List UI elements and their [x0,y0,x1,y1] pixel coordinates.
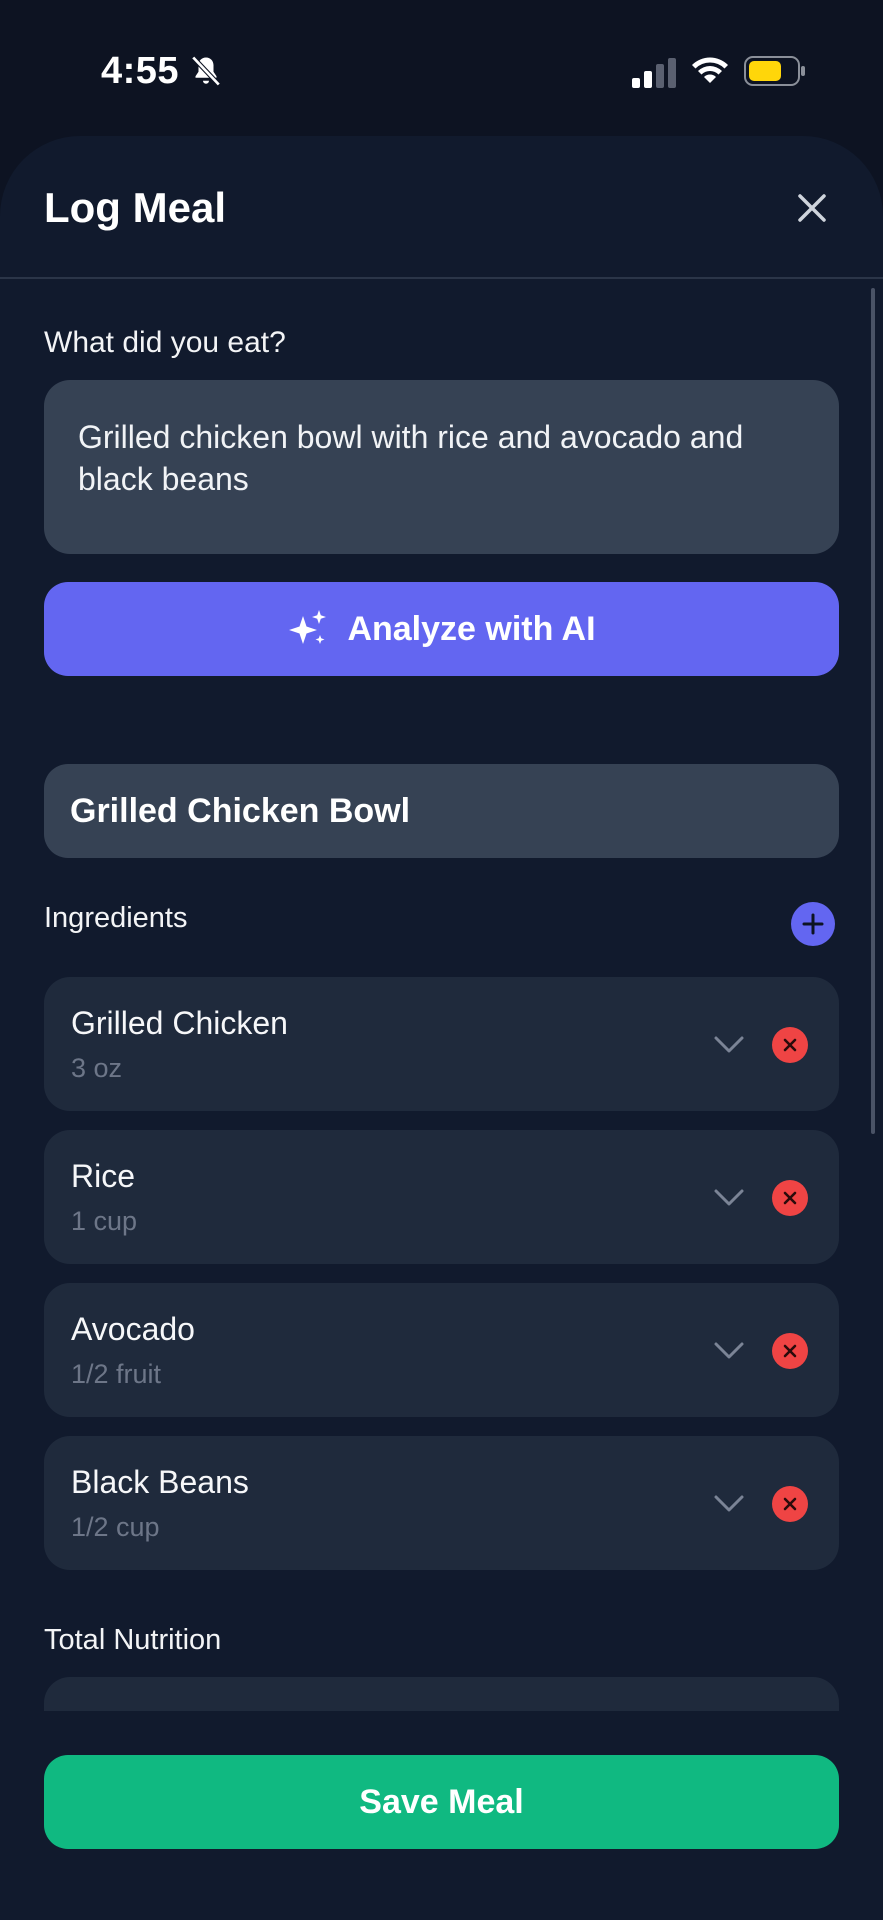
meal-question-label: What did you eat? [44,326,286,359]
close-icon [783,1038,797,1052]
sparkles-icon [289,610,327,644]
ingredient-card[interactable]: Avocado 1/2 fruit [44,1283,839,1417]
close-icon [783,1344,797,1358]
remove-ingredient-button[interactable] [772,1333,808,1369]
battery-icon [744,56,805,86]
total-nutrition-label: Total Nutrition [44,1624,222,1656]
meal-description-input[interactable]: Grilled chicken bowl with rice and avoca… [44,380,839,554]
ingredient-name: Grilled Chicken [71,1005,288,1041]
scrollbar[interactable] [871,288,875,1134]
close-icon [783,1191,797,1205]
ingredient-quantity: 1/2 cup [71,1512,160,1542]
ingredient-name: Black Beans [71,1464,249,1500]
close-icon [783,1497,797,1511]
chevron-down-icon[interactable] [712,1029,746,1059]
analyze-button-label: Analyze with AI [347,609,596,648]
wifi-icon [692,57,728,83]
ingredient-card[interactable]: Grilled Chicken 3 oz [44,977,839,1111]
ingredient-name: Rice [71,1158,136,1194]
bell-slash-icon [191,55,221,87]
status-bar: 4:55 [0,0,883,140]
plus-icon [802,913,824,935]
ingredient-quantity: 1/2 fruit [71,1359,162,1389]
add-ingredient-button[interactable] [791,902,835,946]
remove-ingredient-button[interactable] [772,1027,808,1063]
ingredient-name: Avocado [71,1311,195,1347]
status-time: 4:55 [101,50,180,92]
log-meal-sheet: Log Meal What did you eat? Grilled chick… [0,136,883,1920]
close-icon[interactable] [790,186,834,230]
ingredient-card[interactable]: Black Beans 1/2 cup [44,1436,839,1570]
remove-ingredient-button[interactable] [772,1486,808,1522]
header-divider [0,277,883,279]
remove-ingredient-button[interactable] [772,1180,808,1216]
ingredients-label: Ingredients [44,902,188,934]
analyze-with-ai-button[interactable]: Analyze with AI [44,582,839,676]
ingredient-card[interactable]: Rice 1 cup [44,1130,839,1264]
chevron-down-icon[interactable] [712,1335,746,1365]
chevron-down-icon[interactable] [712,1182,746,1212]
ingredient-quantity: 1 cup [71,1206,138,1236]
cellular-signal-icon [632,58,676,88]
save-meal-button[interactable]: Save Meal [44,1755,839,1849]
chevron-down-icon[interactable] [712,1488,746,1518]
nutrition-summary-card [44,1677,839,1711]
sheet-title: Log Meal [44,184,227,231]
ingredient-quantity: 3 oz [71,1053,123,1083]
meal-name-input[interactable]: Grilled Chicken Bowl [44,764,839,858]
